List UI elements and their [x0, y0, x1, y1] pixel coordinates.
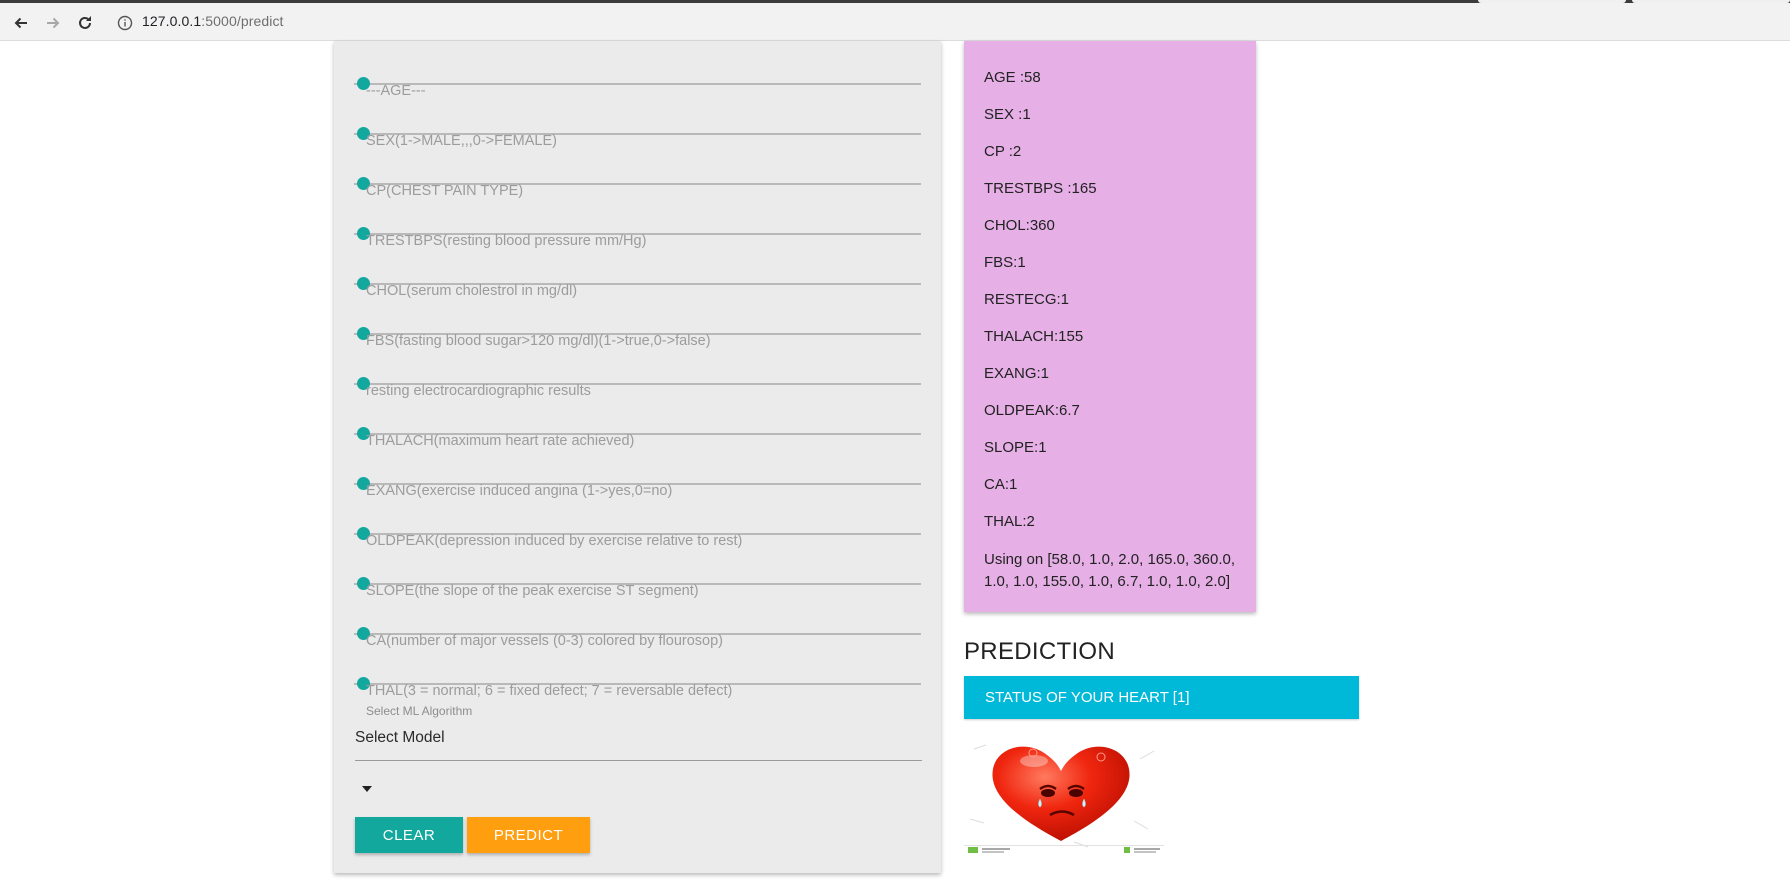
address-bar[interactable]: 127.0.0.1:5000/predict — [142, 13, 284, 29]
algorithm-label: Select ML Algorithm — [366, 704, 473, 718]
value-fbs: FBS:1 — [984, 254, 1026, 271]
predict-button[interactable]: PREDICT — [467, 817, 590, 853]
value-restecg: RESTECG:1 — [984, 291, 1070, 308]
field-placeholder: THAL(3 = normal; 6 = fixed defect; 7 = r… — [366, 683, 733, 699]
back-arrow-icon[interactable] — [10, 12, 32, 34]
url-host: 127.0.0.1 — [142, 13, 202, 29]
field-thalach[interactable]: THALACH(maximum heart rate achieved) — [354, 391, 921, 449]
sad-heart-image — [964, 737, 1164, 855]
value-ca: CA:1 — [984, 476, 1018, 493]
field-thal[interactable]: THAL(3 = normal; 6 = fixed defect; 7 = r… — [354, 641, 921, 699]
field-ca[interactable]: CA(number of major vessels (0-3) colored… — [354, 591, 921, 649]
value-thal: THAL:2 — [984, 513, 1035, 530]
field-restecg[interactable]: resting electrocardiographic results — [354, 341, 921, 399]
model-select-underline — [355, 760, 922, 761]
field-slope[interactable]: SLOPE(the slope of the peak exercise ST … — [354, 541, 921, 599]
value-age: AGE :58 — [984, 69, 1041, 86]
clear-button[interactable]: CLEAR — [355, 817, 463, 853]
input-values-panel: AGE :58 SEX :1 CP :2 TRESTBPS :165 CHOL:… — [964, 41, 1256, 612]
field-sex[interactable]: SEX(1->MALE,,,0->FEMALE) — [354, 91, 921, 149]
value-oldpeak: OLDPEAK:6.7 — [984, 402, 1080, 419]
url-path: :5000/predict — [201, 13, 284, 29]
browser-toolbar: 127.0.0.1:5000/predict — [0, 3, 1790, 41]
value-slope: SLOPE:1 — [984, 439, 1047, 456]
field-age[interactable]: ---AGE--- — [354, 41, 921, 99]
value-thalach: THALACH:155 — [984, 328, 1084, 345]
info-icon[interactable] — [117, 15, 133, 31]
heart-status-text: STATUS OF YOUR HEART [1] — [985, 689, 1190, 706]
field-chol[interactable]: CHOL(serum cholestrol in mg/dl) — [354, 241, 921, 299]
field-exang[interactable]: EXANG(exercise induced angina (1->yes,0=… — [354, 441, 921, 499]
value-chol: CHOL:360 — [984, 217, 1055, 234]
input-form-card: ---AGE--- SEX(1->MALE,,,0->FEMALE) CP(CH… — [334, 41, 941, 873]
field-oldpeak[interactable]: OLDPEAK(depression induced by exercise r… — [354, 491, 921, 549]
value-exang: EXANG:1 — [984, 365, 1050, 382]
field-trestbps[interactable]: TRESTBPS(resting blood pressure mm/Hg) — [354, 191, 921, 249]
value-trestbps: TRESTBPS :165 — [984, 180, 1097, 197]
forward-arrow-icon[interactable] — [42, 12, 64, 34]
reload-icon[interactable] — [74, 12, 96, 34]
prediction-heading: PREDICTION — [964, 638, 1116, 665]
value-sex: SEX :1 — [984, 106, 1031, 123]
value-cp: CP :2 — [984, 143, 1022, 160]
heart-status-bar: STATUS OF YOUR HEART [1] — [964, 676, 1359, 719]
caret-down-icon[interactable] — [362, 786, 372, 792]
field-underline — [354, 83, 921, 85]
field-fbs[interactable]: FBS(fasting blood sugar>120 mg/dl)(1->tr… — [354, 291, 921, 349]
model-input-vector: Using on [58.0, 1.0, 2.0, 165.0, 360.0, … — [984, 551, 1236, 590]
model-select[interactable]: Select Model — [355, 729, 445, 747]
field-cp[interactable]: CP(CHEST PAIN TYPE) — [354, 141, 921, 199]
